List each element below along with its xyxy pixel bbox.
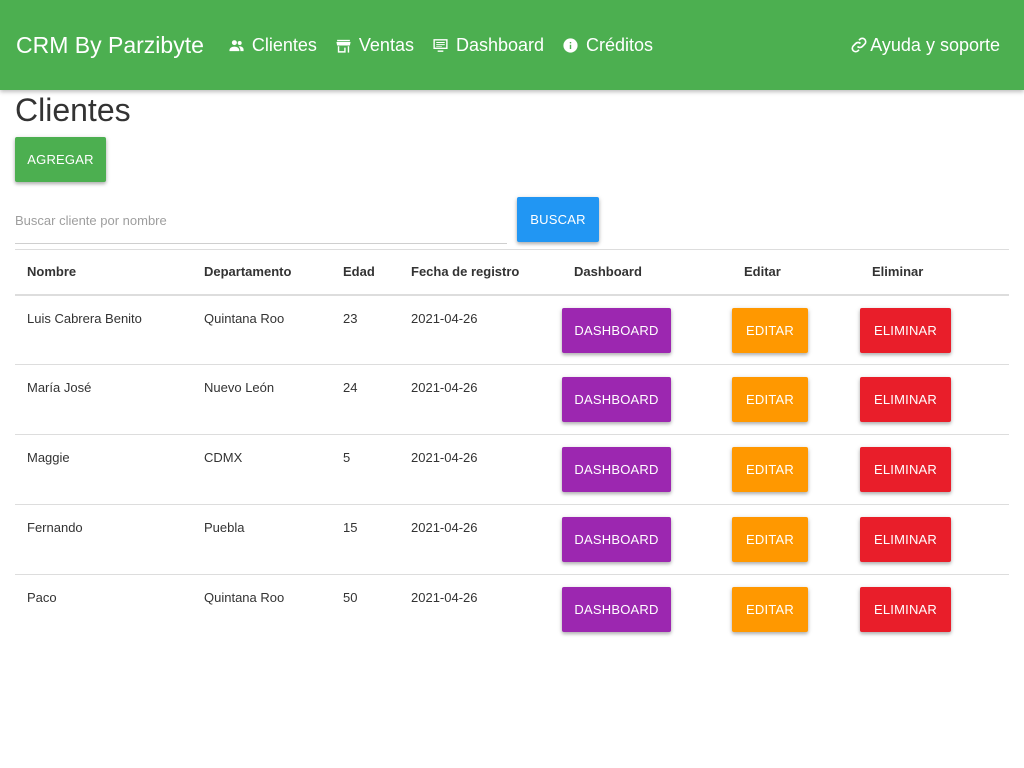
nav-link-clientes[interactable]: Clientes xyxy=(228,35,317,56)
cell-edad: 23 xyxy=(331,294,399,365)
edit-button[interactable]: Editar xyxy=(732,587,808,632)
nav-link-creditos[interactable]: Créditos xyxy=(562,35,653,56)
delete-button[interactable]: Eliminar xyxy=(860,447,951,492)
edit-button[interactable]: Editar xyxy=(732,307,808,353)
cell-edad: 15 xyxy=(331,504,399,575)
table-row: Maggie CDMX 5 2021-04-26 Dashboard Edita… xyxy=(15,434,1009,505)
cell-fecha: 2021-04-26 xyxy=(399,504,562,575)
cell-edad: 24 xyxy=(331,364,399,435)
column-header-eliminar: Eliminar xyxy=(860,249,1009,296)
brand-title[interactable]: CRM By Parzibyte xyxy=(16,32,204,59)
clients-table: Nombre Departamento Edad Fecha de regist… xyxy=(15,249,1009,645)
cell-nombre: Fernando xyxy=(15,504,192,575)
table-header-row: Nombre Departamento Edad Fecha de regist… xyxy=(15,249,1009,296)
column-header-nombre: Nombre xyxy=(15,249,192,296)
add-client-button[interactable]: Agregar xyxy=(15,137,106,182)
table-row: Fernando Puebla 15 2021-04-26 Dashboard … xyxy=(15,504,1009,575)
edit-button[interactable]: Editar xyxy=(732,447,808,492)
table-row: María José Nuevo León 24 2021-04-26 Dash… xyxy=(15,364,1009,435)
cell-nombre: María José xyxy=(15,364,192,435)
nav-link-label: Dashboard xyxy=(455,34,545,55)
column-header-dashboard: Dashboard xyxy=(562,249,732,296)
cell-departamento: Nuevo León xyxy=(192,364,331,435)
nav-link-label: Ventas xyxy=(358,34,414,55)
help-support-link[interactable]: Ayuda y soporte xyxy=(850,0,1000,90)
edit-button[interactable]: Editar xyxy=(732,517,808,562)
info-icon xyxy=(563,37,578,53)
nav-link-label: Clientes xyxy=(251,34,317,55)
search-input[interactable] xyxy=(15,198,507,244)
cell-nombre: Luis Cabrera Benito xyxy=(15,294,192,365)
dashboard-button[interactable]: Dashboard xyxy=(562,447,671,492)
store-icon xyxy=(336,39,351,53)
search-button[interactable]: Buscar xyxy=(517,197,599,242)
edit-button[interactable]: Editar xyxy=(732,377,808,422)
cell-fecha: 2021-04-26 xyxy=(399,434,562,505)
dashboard-button[interactable]: Dashboard xyxy=(562,307,671,353)
cell-departamento: CDMX xyxy=(192,434,331,505)
column-header-fecha: Fecha de registro xyxy=(399,249,562,296)
table-row: Luis Cabrera Benito Quintana Roo 23 2021… xyxy=(15,294,1009,365)
link-icon xyxy=(851,37,867,53)
nav-link-dashboard[interactable]: Dashboard xyxy=(432,35,544,56)
delete-button[interactable]: Eliminar xyxy=(860,517,951,562)
nav-links: Clientes Ventas Dashboard Créditos xyxy=(228,35,671,56)
monitor-icon xyxy=(433,38,448,52)
delete-button[interactable]: Eliminar xyxy=(860,377,951,422)
cell-nombre: Maggie xyxy=(15,434,192,505)
cell-edad: 50 xyxy=(343,590,358,605)
navbar: CRM By Parzibyte Clientes Ventas Dashboa… xyxy=(0,0,1024,90)
nav-link-label: Créditos xyxy=(586,34,654,55)
cell-departamento: Puebla xyxy=(192,504,331,575)
nav-link-ventas[interactable]: Ventas xyxy=(335,35,414,56)
help-label: Ayuda y soporte xyxy=(870,34,1000,55)
column-header-edad: Edad xyxy=(331,249,399,296)
column-header-editar: Editar xyxy=(732,249,860,296)
dashboard-button[interactable]: Dashboard xyxy=(562,587,671,632)
page-title: Clientes xyxy=(15,92,131,128)
cell-departamento: Quintana Roo xyxy=(204,590,285,605)
delete-button[interactable]: Eliminar xyxy=(860,587,951,632)
cell-edad: 5 xyxy=(331,434,399,505)
cell-fecha: 2021-04-26 xyxy=(399,364,562,435)
table-row: Paco Quintana Roo 50 2021-04-26 Dashboar… xyxy=(15,575,1009,645)
cell-fecha: 2021-04-26 xyxy=(411,590,478,605)
delete-button[interactable]: Eliminar xyxy=(860,307,951,353)
cell-nombre: Paco xyxy=(27,590,57,605)
people-icon xyxy=(229,39,244,51)
dashboard-button[interactable]: Dashboard xyxy=(562,377,671,422)
dashboard-button[interactable]: Dashboard xyxy=(562,517,671,562)
cell-departamento: Quintana Roo xyxy=(192,294,331,365)
cell-fecha: 2021-04-26 xyxy=(399,294,562,365)
column-header-departamento: Departamento xyxy=(192,249,331,296)
